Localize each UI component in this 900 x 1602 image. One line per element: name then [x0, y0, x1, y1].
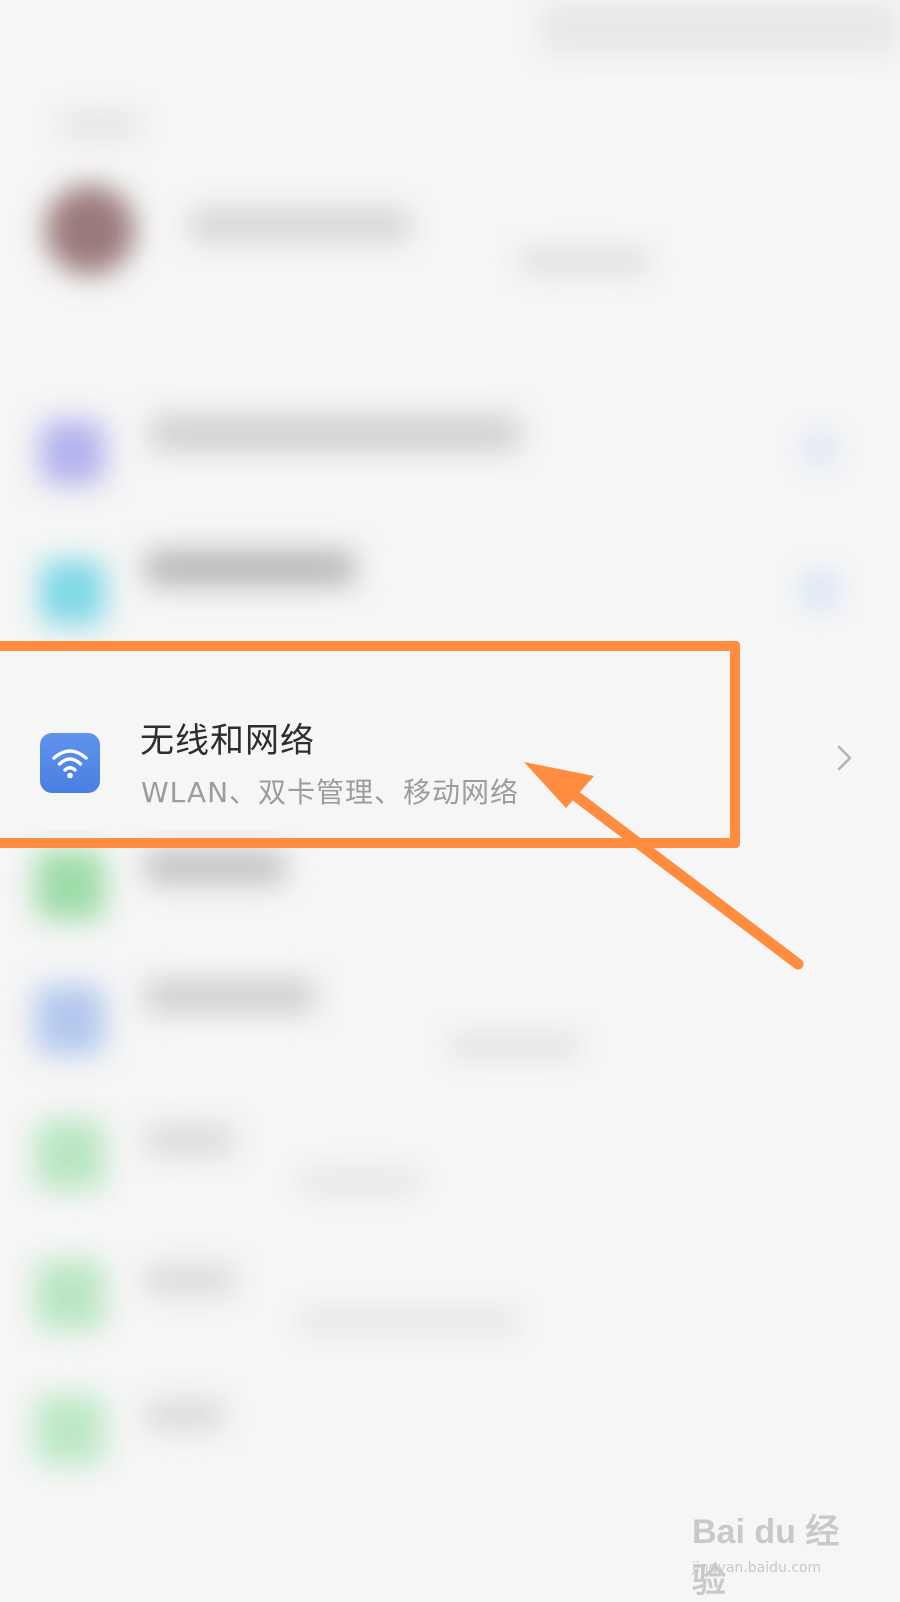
baidu-jingyan-watermark: Bai du 经验 jingyan.baidu.com — [692, 1504, 872, 1600]
watermark-brand: Bai du 经验 — [692, 1513, 840, 1600]
watermark-url: jingyan.baidu.com — [692, 1560, 822, 1576]
pointer-arrow — [524, 762, 804, 970]
